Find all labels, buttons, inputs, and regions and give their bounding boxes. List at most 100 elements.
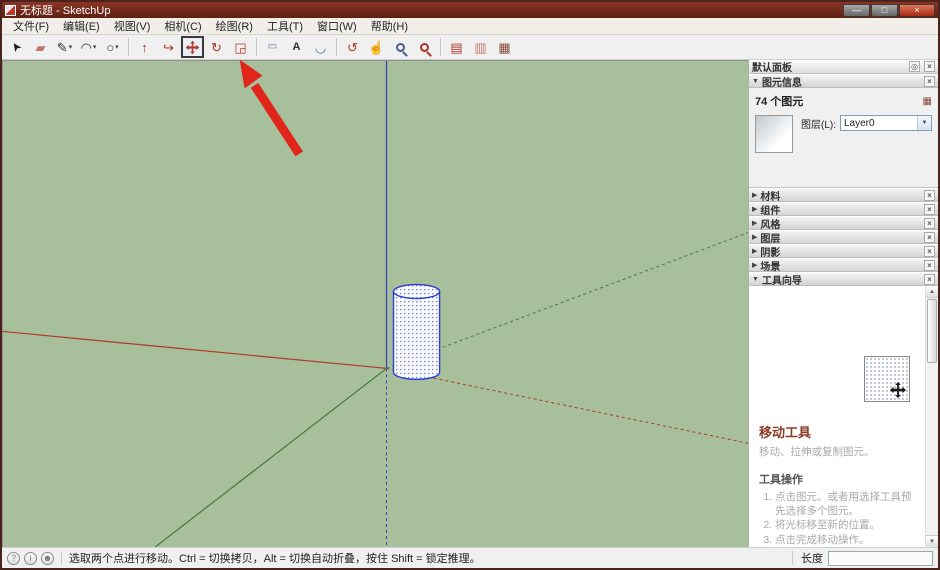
close-icon[interactable]: × xyxy=(924,218,935,229)
section-label: 图元信息 xyxy=(762,74,802,89)
section-header-layers[interactable]: ▶ 图层 × xyxy=(749,230,938,244)
follow-me-tool-button[interactable]: ↪ xyxy=(157,36,180,58)
menu-camera[interactable]: 相机(C) xyxy=(157,17,208,35)
dimension-tool-button[interactable]: A xyxy=(285,36,308,58)
menu-tools[interactable]: 工具(T) xyxy=(260,17,310,35)
instructor-step: 点击图元。或者用选择工具预先选择多个图元。 xyxy=(775,490,918,518)
toolbar-separator xyxy=(256,38,257,56)
push-pull-tool-button[interactable]: ↑ xyxy=(133,36,156,58)
green-axis-solid xyxy=(155,368,386,547)
menu-edit[interactable]: 编辑(E) xyxy=(56,17,107,35)
section-header-materials[interactable]: ▶ 材料 × xyxy=(749,188,938,202)
instructor-scrollbar[interactable]: ▲ ▼ xyxy=(925,286,938,547)
close-icon[interactable]: × xyxy=(924,76,935,87)
info-icon[interactable]: i xyxy=(24,552,37,565)
section-cut-button[interactable]: ▦ xyxy=(493,36,516,58)
layer-label: 图层(L): xyxy=(801,116,836,131)
status-divider xyxy=(792,551,793,565)
section-label: 阴影 xyxy=(760,244,780,259)
entity-info-body: 74 个图元 ▦ 图层(L): Layer0 ▼ xyxy=(749,88,938,188)
status-bar: ? i ☻ 选取两个点进行移动。Ctrl = 切换拷贝，Alt = 切换自动折叠… xyxy=(2,547,938,568)
instructor-body: 移动工具 移动、拉伸或复制图元。 工具操作 点击图元。或者用选择工具预先选择多个… xyxy=(749,286,938,547)
close-icon[interactable]: × xyxy=(924,260,935,271)
maximize-button[interactable]: □ xyxy=(871,4,898,17)
red-axis-solid xyxy=(3,331,387,368)
select-tool-button[interactable]: ➤ xyxy=(5,36,28,58)
tape-measure-tool-button[interactable]: ▭ xyxy=(261,36,284,58)
rotate-tool-button[interactable]: ↻ xyxy=(205,36,228,58)
select-icon: ➤ xyxy=(9,39,25,54)
close-icon[interactable]: × xyxy=(924,246,935,257)
window-controls: — □ × xyxy=(843,4,935,17)
section-display-button[interactable]: ▥ xyxy=(469,36,492,58)
expand-arrow-icon[interactable]: ▶ xyxy=(752,261,757,269)
circle-tool-button[interactable]: ○▾ xyxy=(101,36,124,58)
layer-dropdown[interactable]: Layer0 ▼ xyxy=(840,115,932,131)
move-tool-button[interactable] xyxy=(181,36,204,58)
menu-help[interactable]: 帮助(H) xyxy=(364,17,415,35)
pan-tool-button[interactable]: ☝ xyxy=(365,36,388,58)
section-header-scenes[interactable]: ▶ 场景 × xyxy=(749,258,938,272)
menu-view[interactable]: 视图(V) xyxy=(107,17,158,35)
close-icon[interactable]: × xyxy=(924,232,935,243)
arc-icon: ◠ xyxy=(81,41,92,54)
chevron-down-icon[interactable]: ▼ xyxy=(917,116,931,130)
cylinder-entity[interactable] xyxy=(394,285,440,380)
expand-arrow-icon[interactable]: ▶ xyxy=(752,233,757,241)
expand-arrow-icon[interactable]: ▶ xyxy=(752,247,757,255)
expand-arrow-icon[interactable]: ▶ xyxy=(752,219,757,227)
details-toggle-icon[interactable]: ▦ xyxy=(923,96,932,107)
measurement-input[interactable] xyxy=(828,551,933,566)
scroll-down-icon[interactable]: ▼ xyxy=(926,535,938,547)
collapse-arrow-icon[interactable]: ▼ xyxy=(752,276,759,283)
scrollbar-thumb[interactable] xyxy=(927,299,937,363)
offset-icon: ◲ xyxy=(234,41,246,54)
section-header-instructor[interactable]: ▼ 工具向导 × xyxy=(749,272,938,286)
push-pull-icon: ↑ xyxy=(141,41,148,54)
pin-icon[interactable]: ◎ xyxy=(909,61,920,72)
expand-arrow-icon[interactable]: ▶ xyxy=(752,205,757,213)
model-viewport xyxy=(3,61,748,547)
menu-draw[interactable]: 绘图(R) xyxy=(209,17,260,35)
toolbar-separator xyxy=(440,38,441,56)
section-header-entity-info[interactable]: ▼ 图元信息 × xyxy=(749,74,938,88)
eraser-icon: ▰ xyxy=(36,41,46,54)
material-thumbnail[interactable] xyxy=(755,115,793,153)
scroll-up-icon[interactable]: ▲ xyxy=(926,286,938,298)
minimize-button[interactable]: — xyxy=(843,4,870,17)
main-area: 默认面板 ◎ × ▼ 图元信息 × 74 个图元 ▦ 图 xyxy=(2,60,938,547)
circle-icon: ○ xyxy=(106,41,114,54)
close-button[interactable]: × xyxy=(899,4,935,17)
menu-file[interactable]: 文件(F) xyxy=(6,17,56,35)
chevron-down-icon[interactable]: ▾ xyxy=(115,43,119,51)
section-header-shadows[interactable]: ▶ 阴影 × xyxy=(749,244,938,258)
orbit-tool-button[interactable]: ↺ xyxy=(341,36,364,58)
arc-tool-button[interactable]: ◠▾ xyxy=(77,36,100,58)
close-icon[interactable]: × xyxy=(924,274,935,285)
expand-arrow-icon[interactable]: ▶ xyxy=(752,191,757,199)
offset-tool-button[interactable]: ◲ xyxy=(229,36,252,58)
section-header-components[interactable]: ▶ 组件 × xyxy=(749,202,938,216)
protractor-tool-button[interactable]: ◡ xyxy=(309,36,332,58)
close-icon[interactable]: × xyxy=(924,61,935,72)
section-label: 组件 xyxy=(760,202,780,217)
close-icon[interactable]: × xyxy=(924,204,935,215)
zoom-tool-button[interactable] xyxy=(389,36,412,58)
help-icon[interactable]: ? xyxy=(7,552,20,565)
move-icon xyxy=(889,381,907,399)
section-plane-tool-button[interactable]: ▤ xyxy=(445,36,468,58)
eraser-tool-button[interactable]: ▰ xyxy=(29,36,52,58)
tray-title-bar: 默认面板 ◎ × xyxy=(749,60,938,74)
user-icon[interactable]: ☻ xyxy=(41,552,54,565)
menu-window[interactable]: 窗口(W) xyxy=(310,17,364,35)
line-tool-button[interactable]: ✎▾ xyxy=(53,36,76,58)
section-header-styles[interactable]: ▶ 风格 × xyxy=(749,216,938,230)
layer-value: Layer0 xyxy=(844,118,875,129)
drawing-canvas[interactable] xyxy=(2,60,748,547)
close-icon[interactable]: × xyxy=(924,190,935,201)
zoom-extents-button[interactable] xyxy=(413,36,436,58)
chevron-down-icon[interactable]: ▾ xyxy=(69,43,73,51)
status-divider xyxy=(61,551,62,565)
collapse-arrow-icon[interactable]: ▼ xyxy=(752,78,759,85)
chevron-down-icon[interactable]: ▾ xyxy=(93,43,97,51)
